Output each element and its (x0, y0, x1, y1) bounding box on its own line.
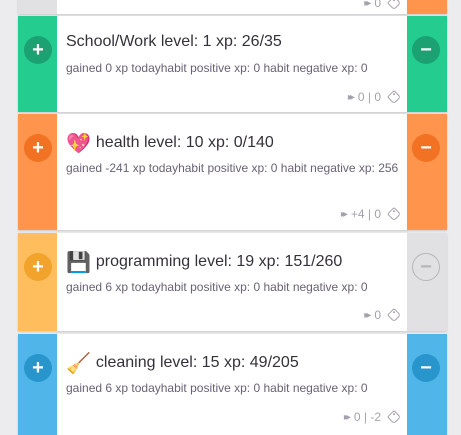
habit-card-programming[interactable]: + 💾 programming level: 19 xp: 151/260 ga… (18, 233, 447, 331)
habit-content[interactable]: 💾 programming level: 19 xp: 151/260 gain… (66, 233, 399, 331)
tag-icon[interactable] (386, 89, 402, 105)
tag-icon[interactable] (386, 409, 402, 425)
habit-notes: gained 6 xp todayhabit positive xp: 0 ha… (66, 381, 368, 395)
habit-meta: ▸▸ 0 | -2 (343, 409, 402, 425)
habit-right-panel: − (407, 233, 447, 331)
habit-up-button[interactable]: + (24, 253, 52, 281)
habit-right-panel (407, 0, 447, 14)
habit-title-text: School/Work level: 1 xp: 26/35 (66, 33, 282, 50)
habit-left-panel (18, 0, 57, 14)
streak-icon: ▸▸ (364, 0, 371, 9)
habit-title-text: cleaning level: 15 xp: 49/205 (95, 354, 299, 371)
habit-notes: gained 6 xp todayhabit positive xp: 0 ha… (66, 280, 368, 294)
habit-right-panel: − (407, 334, 447, 435)
tag-icon[interactable] (386, 307, 402, 323)
habit-title: 🧹 cleaning level: 15 xp: 49/205 (66, 351, 399, 375)
habit-title: School/Work level: 1 xp: 26/35 (66, 33, 399, 51)
streak-icon: ▸▸ (340, 208, 348, 220)
habit-left-panel: + (18, 16, 57, 112)
habit-meta: ▸▸ 0 (364, 307, 402, 323)
habit-card-health[interactable]: + 💖 health level: 10 xp: 0/140 gained -2… (18, 114, 447, 230)
habit-counter: 0 (374, 308, 381, 322)
habit-left-panel: + (18, 114, 57, 230)
habit-notes: gained -241 xp todayhabit positive xp: 0… (66, 161, 399, 175)
tag-icon[interactable] (386, 206, 402, 222)
habit-counter: 0 | 0 (357, 90, 381, 104)
habit-meta: ▸▸ 0 | 0 (347, 89, 402, 105)
habit-left-panel: + (18, 334, 57, 435)
habit-up-button[interactable]: + (24, 134, 52, 162)
habit-down-button[interactable]: − (412, 134, 440, 162)
habit-emoji: 💾 (66, 250, 91, 274)
habit-notes: gained 0 xp todayhabit positive xp: 0 ha… (66, 61, 368, 75)
habit-down-button[interactable]: − (412, 36, 440, 64)
streak-icon: ▸▸ (347, 91, 355, 103)
habit-emoji: 💖 (66, 131, 91, 155)
habit-counter: 0 | -2 (353, 410, 381, 424)
habit-emoji: 🧹 (66, 351, 91, 375)
habit-left-panel: + (18, 233, 57, 331)
habit-down-button[interactable]: − (412, 253, 440, 281)
habit-card-cleaning[interactable]: + 🧹 cleaning level: 15 xp: 49/205 gained… (18, 334, 447, 435)
habit-right-panel: − (407, 114, 447, 230)
habit-meta: ▸▸ +4 | 0 (340, 206, 402, 222)
habit-title: 💖 health level: 10 xp: 0/140 (66, 131, 399, 155)
habit-up-button[interactable]: + (24, 36, 52, 64)
habit-card-partial: ▸▸ 0 (18, 0, 447, 14)
habit-counter: 0 (374, 0, 381, 10)
habit-down-button[interactable]: − (412, 354, 440, 382)
habit-card-school-work[interactable]: + School/Work level: 1 xp: 26/35 gained … (18, 16, 447, 112)
habit-title-text: programming level: 19 xp: 151/260 (95, 253, 343, 270)
streak-icon: ▸▸ (364, 309, 371, 321)
tag-icon[interactable] (386, 0, 402, 11)
habit-right-panel: − (407, 16, 447, 112)
habit-up-button[interactable]: + (24, 354, 52, 382)
habit-title-text: health level: 10 xp: 0/140 (95, 134, 274, 151)
habit-meta: ▸▸ 0 (364, 0, 402, 11)
habit-counter: +4 | 0 (350, 207, 381, 221)
streak-icon: ▸▸ (343, 411, 351, 423)
habit-title: 💾 programming level: 19 xp: 151/260 (66, 250, 399, 274)
